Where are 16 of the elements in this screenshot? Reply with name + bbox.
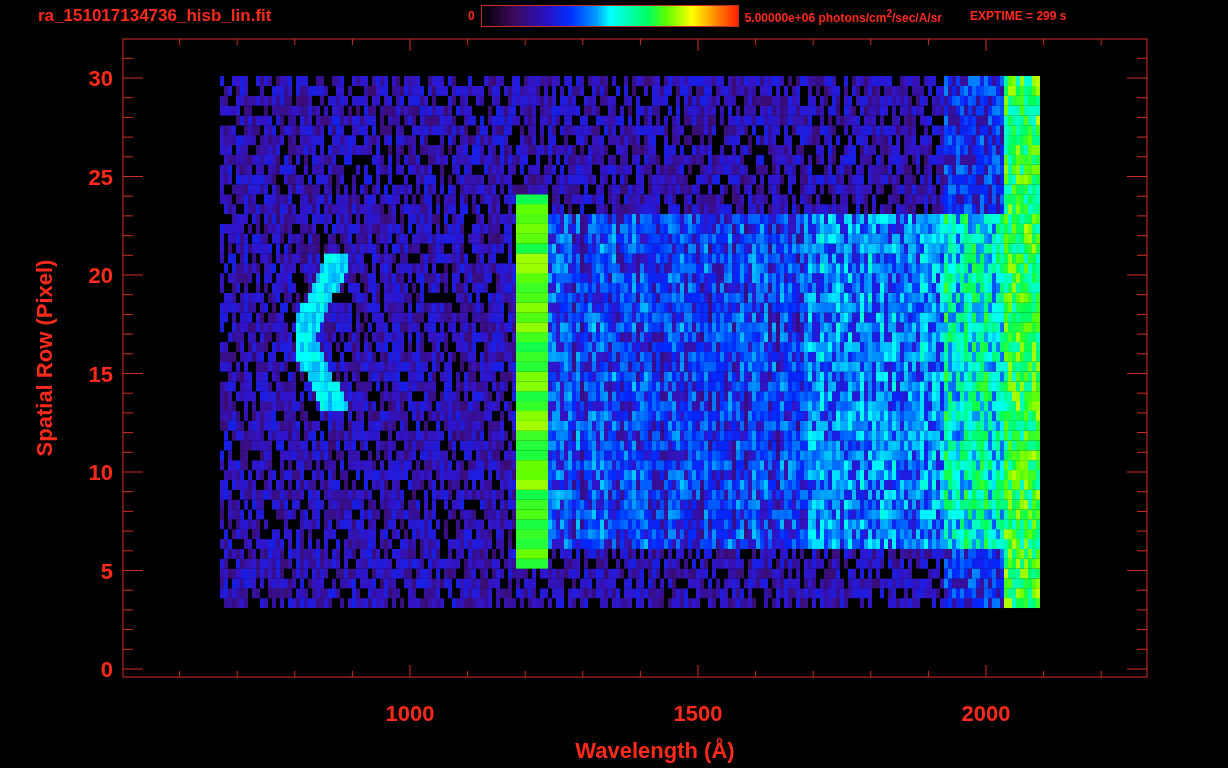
y-tick-label: 10 xyxy=(88,460,113,485)
colorbar-min-label: 0 xyxy=(468,9,475,23)
x-tick-label: 1000 xyxy=(385,701,435,726)
x-tick-label: 1500 xyxy=(673,701,723,726)
x-axis-label: Wavelength (Å) xyxy=(575,738,735,763)
y-tick-label: 25 xyxy=(88,164,113,190)
colorbar-max-label: 5.00000e+06 photons/cm$^{2}$/sec/A/sr xyxy=(744,7,943,25)
x-tick-label: 2000 xyxy=(961,701,1011,726)
exposure-time: EXPTIME = 299 s xyxy=(970,9,1067,23)
y-tick-label: 20 xyxy=(88,263,113,288)
y-tick-label: 30 xyxy=(88,66,113,91)
file-title: ra_151017134736_hisb_lin.fit xyxy=(38,6,273,26)
y-axis-label: Spatial Row (Pixel) xyxy=(32,259,57,457)
y-tick-label: 0 xyxy=(100,657,113,682)
y-tick-label: 5 xyxy=(100,558,113,584)
y-tick-label: 15 xyxy=(88,361,113,387)
